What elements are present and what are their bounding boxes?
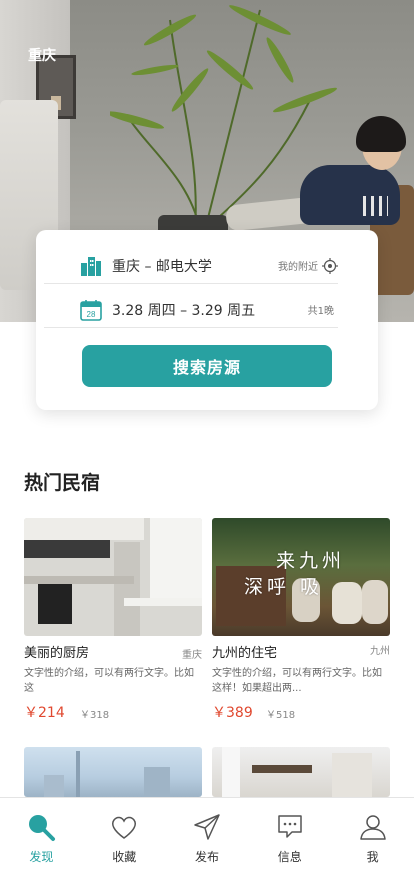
listing-original-price: ￥318 xyxy=(80,710,110,721)
listing-city: 九州 xyxy=(370,646,390,657)
send-icon xyxy=(194,814,220,840)
nights-count: 共1晚 xyxy=(307,306,334,317)
listing-original-price: ￥518 xyxy=(266,710,296,721)
destination-row[interactable]: 重庆 – 邮电大学 我的附近 xyxy=(44,248,338,284)
hero-person xyxy=(300,165,400,225)
listing-photo[interactable] xyxy=(212,747,390,797)
destination-text: 重庆 – 邮电大学 xyxy=(112,258,212,275)
nearby-link[interactable]: 我的附近 xyxy=(278,258,318,273)
listing-card[interactable] xyxy=(212,747,390,797)
tab-discover[interactable]: 发现 xyxy=(0,798,83,896)
heart-icon xyxy=(112,816,137,839)
tab-publish[interactable]: 发布 xyxy=(166,798,249,896)
listing-photo[interactable]: 来九州 深呼 吸 xyxy=(212,518,390,636)
search-icon xyxy=(29,815,56,841)
tab-profile[interactable]: 我 xyxy=(331,798,414,896)
listing-description: 文字性的介绍，可以有两行文字。比如这 xyxy=(24,668,194,694)
listing-city: 重庆 xyxy=(182,650,202,661)
listing-card[interactable] xyxy=(24,747,202,797)
date-row[interactable]: 28 3.28 周四 – 3.29 周五 共1晚 xyxy=(44,292,338,328)
listing-photo[interactable] xyxy=(24,518,202,636)
tab-favorites[interactable]: 收藏 xyxy=(83,798,166,896)
listing-title: 美丽的厨房 xyxy=(24,646,90,661)
photo-caption: 深呼 吸 xyxy=(244,576,324,598)
calendar-icon: 28 xyxy=(80,299,102,321)
listing-card[interactable]: 美丽的厨房 重庆 文字性的介绍，可以有两行文字。比如这 ￥214 ￥318 xyxy=(24,518,202,721)
photo-caption: 来九州 xyxy=(276,550,346,572)
listing-title: 九州的住宅 xyxy=(212,646,278,661)
tab-label: 信息 xyxy=(277,850,302,864)
city-buildings-icon xyxy=(81,256,101,276)
section-title: 热门民宿 xyxy=(24,472,101,494)
message-icon xyxy=(278,815,302,838)
city-selector[interactable]: 重庆 xyxy=(28,45,56,65)
search-button[interactable]: 搜索房源 xyxy=(82,345,332,387)
listing-photo[interactable] xyxy=(24,747,202,797)
tab-messages[interactable]: 信息 xyxy=(248,798,331,896)
tab-label: 发布 xyxy=(194,850,219,864)
listing-price: ￥214 xyxy=(24,705,65,721)
tab-label: 我 xyxy=(366,850,379,864)
listing-price: ￥389 xyxy=(212,705,253,721)
tab-bar: 发现 收藏 发布 信息 我 xyxy=(0,797,414,896)
listing-card[interactable]: 来九州 深呼 吸 九州的住宅 九州 文字性的介绍，可以有两行文字。比如这样！如果… xyxy=(212,518,390,721)
locate-icon[interactable] xyxy=(322,257,338,274)
tab-label: 收藏 xyxy=(112,850,137,864)
svg-text:28: 28 xyxy=(87,310,96,319)
tab-label: 发现 xyxy=(29,850,54,864)
user-icon xyxy=(359,815,386,840)
date-range-text: 3.28 周四 – 3.29 周五 xyxy=(112,302,256,319)
listing-description: 文字性的介绍，可以有两行文字。比如这样！如果超出两... xyxy=(212,668,382,694)
